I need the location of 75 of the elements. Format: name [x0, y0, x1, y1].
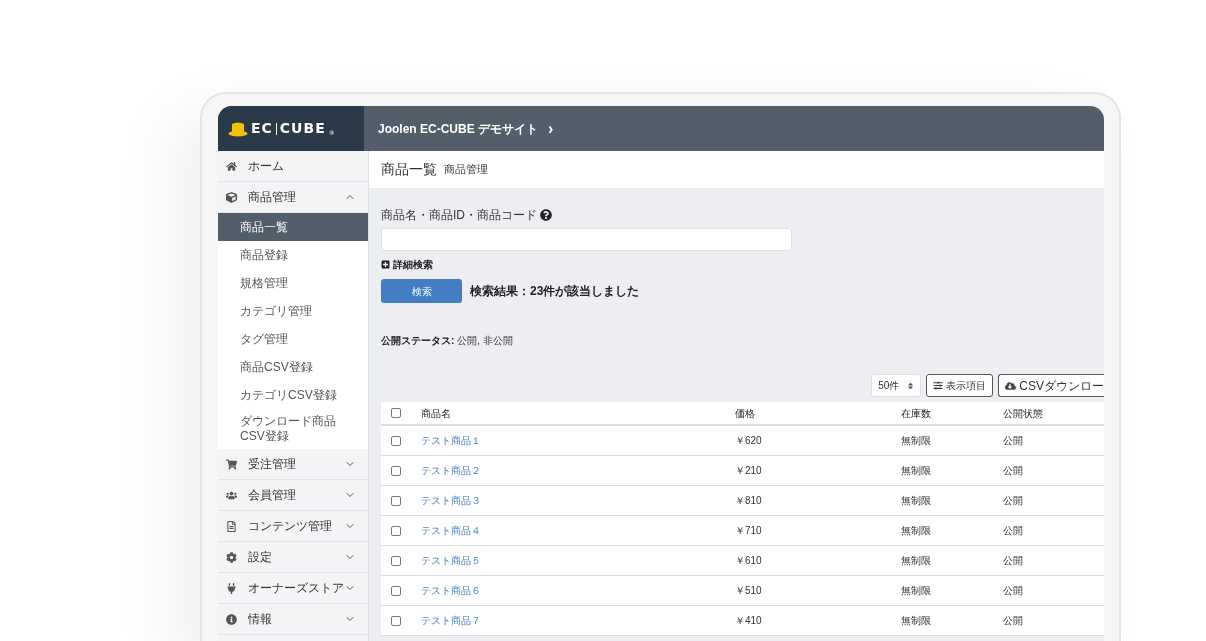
column-header: 在庫数 [901, 406, 932, 421]
sliders-icon [933, 381, 944, 390]
column-header: 公開状態 [1003, 406, 1043, 421]
info-icon [226, 613, 237, 625]
page-title: 商品一覧 [381, 160, 437, 179]
result-count: 検索結果：23件が該当しました [470, 283, 640, 300]
product-link[interactable]: テスト商品７ [421, 615, 481, 626]
submenu-item[interactable]: 商品登録 [218, 241, 368, 269]
table-cell-text: 公開 [1003, 464, 1023, 478]
table-cell-text: 無制限 [901, 584, 932, 598]
home-icon [226, 160, 237, 172]
table-cell-text: ￥610 [735, 554, 763, 568]
table-cell-text: 無制限 [901, 614, 932, 628]
chevron-right-icon[interactable]: › [548, 116, 554, 141]
table-cell-text: 無制限 [901, 434, 932, 448]
checkbox[interactable] [391, 435, 401, 446]
submenu-item[interactable]: 商品一覧 [218, 213, 368, 241]
status-value: 公開, 非公開 [457, 334, 513, 348]
product-link[interactable]: テスト商品３ [421, 495, 481, 506]
table-cell-text: 公開 [1003, 584, 1023, 598]
product-link[interactable]: テスト商品２ [421, 465, 481, 476]
submenu-item[interactable]: 規格管理 [218, 269, 368, 297]
plug-icon [226, 582, 237, 594]
table-cell-text: 公開 [1003, 614, 1023, 628]
column-header: 価格 [735, 406, 756, 421]
checkbox[interactable] [391, 585, 401, 596]
field-label: 商品名・商品ID・商品コード [381, 207, 537, 224]
csv-download-button[interactable]: CSVダウンロー [998, 374, 1104, 397]
submenu-item[interactable]: 商品CSV登録 [218, 353, 368, 381]
search-button[interactable]: 検索 [381, 279, 462, 303]
checkbox[interactable] [391, 555, 401, 566]
table-cell-text: 無制限 [901, 464, 932, 478]
submenu-item[interactable]: カテゴリCSV登録 [218, 381, 368, 409]
submenu-item[interactable]: タグ管理 [218, 325, 368, 353]
cloud-download-icon [1005, 380, 1017, 391]
cart-icon [226, 458, 237, 470]
product-link[interactable]: テスト商品１ [421, 435, 481, 446]
table-cell-text: ￥810 [735, 494, 763, 508]
submenu-item[interactable]: ダウンロード商品CSV登録 [218, 409, 368, 449]
checkbox[interactable] [391, 525, 401, 536]
checkbox[interactable] [391, 465, 401, 476]
file-icon [226, 520, 237, 532]
product-link[interactable]: テスト商品４ [421, 525, 481, 536]
users-icon [226, 489, 237, 501]
checkbox[interactable] [391, 408, 401, 418]
table-cell-text: 公開 [1003, 494, 1023, 508]
advanced-search-link[interactable]: 詳細検索 [393, 257, 433, 272]
table-cell-text: 公開 [1003, 434, 1023, 448]
hat-icon [228, 120, 248, 137]
table-cell-text: ￥620 [735, 434, 763, 448]
submenu-item[interactable]: カテゴリ管理 [218, 297, 368, 325]
table-cell-text: ￥710 [735, 524, 763, 538]
table-cell-text: ￥510 [735, 584, 763, 598]
checkbox[interactable] [391, 615, 401, 626]
product-link[interactable]: テスト商品５ [421, 555, 481, 566]
table-cell-text: 公開 [1003, 554, 1023, 568]
page-size-select[interactable]: 50件 [871, 374, 922, 397]
table-cell-text: ￥210 [735, 464, 763, 478]
column-header: 商品名 [421, 406, 452, 421]
status-label: 公開ステータス: [381, 334, 455, 348]
table-cell-text: 無制限 [901, 494, 932, 508]
cube-icon [226, 191, 237, 203]
table-cell-text: 無制限 [901, 524, 932, 538]
table-cell-text: 公開 [1003, 524, 1023, 538]
sort-icon [907, 381, 915, 390]
page-subtitle: 商品管理 [444, 162, 488, 178]
gear-icon [226, 551, 237, 563]
columns-button[interactable]: 表示項目 [926, 374, 994, 397]
help-icon[interactable] [540, 209, 552, 221]
search-field[interactable] [381, 228, 792, 251]
checkbox[interactable] [391, 495, 401, 506]
product-link[interactable]: テスト商品６ [421, 585, 481, 596]
site-title[interactable]: Joolen EC-CUBE デモサイト [378, 119, 538, 138]
table-cell-text: 無制限 [901, 554, 932, 568]
table-cell-text: ￥410 [735, 614, 763, 628]
